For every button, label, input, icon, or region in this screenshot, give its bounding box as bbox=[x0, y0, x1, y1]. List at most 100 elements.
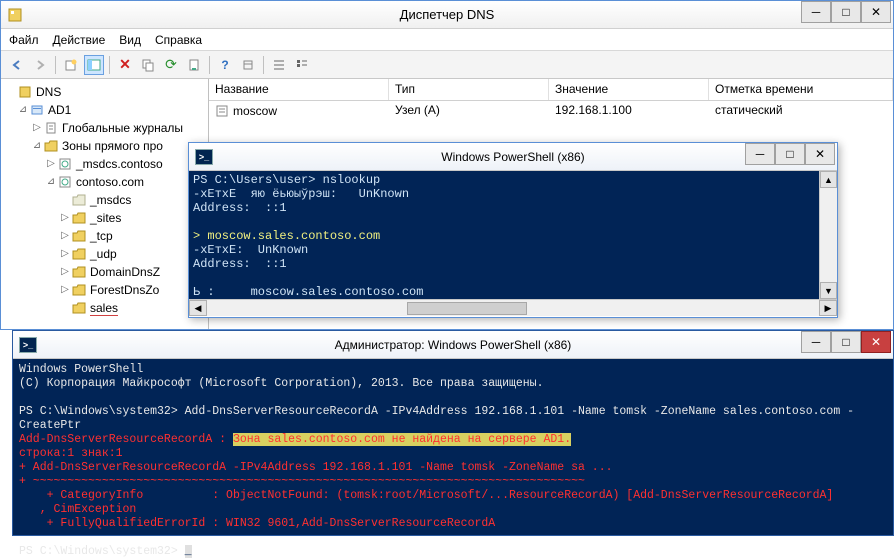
ps-line: -xEтxE: UnKnown bbox=[193, 243, 308, 257]
ps-error-line: , CimException bbox=[19, 503, 136, 516]
tree-global-logs[interactable]: ▷Глобальные журналы bbox=[3, 119, 206, 137]
folder-icon bbox=[71, 264, 87, 280]
folder-icon bbox=[71, 210, 87, 226]
scroll-down-button[interactable]: ▼ bbox=[820, 282, 837, 299]
toolbar-separator bbox=[55, 56, 56, 74]
folder-icon bbox=[43, 138, 59, 154]
toolbar-separator bbox=[263, 56, 264, 74]
col-timestamp[interactable]: Отметка времени bbox=[709, 79, 893, 100]
dns-root-icon bbox=[17, 84, 33, 100]
ps-error-line: + ~~~~~~~~~~~~~~~~~~~~~~~~~~~~~~~~~~~~~~… bbox=[19, 475, 585, 488]
zone-icon bbox=[57, 174, 73, 190]
menu-file[interactable]: Файл bbox=[9, 33, 39, 47]
toolbar: ✕ ⟳ ? bbox=[1, 51, 893, 79]
minimize-button[interactable]: ─ bbox=[801, 1, 831, 23]
ps2-window-controls: ─ □ ✕ bbox=[801, 331, 893, 353]
menu-help[interactable]: Справка bbox=[155, 33, 202, 47]
logs-icon bbox=[43, 120, 59, 136]
col-name[interactable]: Название bbox=[209, 79, 389, 100]
record-icon bbox=[215, 104, 229, 118]
dns-window-controls: ─ □ ✕ bbox=[801, 1, 893, 23]
powershell-icon: >_ bbox=[19, 337, 37, 353]
tree-c-msdcs[interactable]: _msdcs bbox=[3, 191, 206, 209]
tree-forward-zones[interactable]: ⊿Зоны прямого про bbox=[3, 137, 206, 155]
tree-c-tcp[interactable]: ▷_tcp bbox=[3, 227, 206, 245]
ps-line: (C) Корпорация Майкрософт (Microsoft Cor… bbox=[19, 377, 544, 390]
copy-button[interactable] bbox=[138, 55, 158, 75]
refresh-button[interactable]: ⟳ bbox=[161, 55, 181, 75]
ps-console[interactable]: PS C:\Users\user> nslookup -xEтxE яю ёью… bbox=[189, 171, 837, 299]
toolbar-separator bbox=[109, 56, 110, 74]
tree-c-sites[interactable]: ▷_sites bbox=[3, 209, 206, 227]
close-button[interactable]: ✕ bbox=[861, 1, 891, 23]
zone-icon bbox=[57, 156, 73, 172]
horizontal-scrollbar[interactable]: ◀ ▶ bbox=[189, 299, 837, 316]
list-header: Название Тип Значение Отметка времени bbox=[209, 79, 893, 101]
show-pane-button[interactable] bbox=[84, 55, 104, 75]
tree-c-domaindns[interactable]: ▷DomainDnsZ bbox=[3, 263, 206, 281]
ps-error-highlight: Зона sales.contoso.com не найдена на сер… bbox=[233, 433, 571, 446]
tree-msdcs-zone[interactable]: ▷_msdcs.contoso bbox=[3, 155, 206, 173]
admin-powershell-window[interactable]: >_ Администратор: Windows PowerShell (x8… bbox=[12, 330, 894, 536]
dns-titlebar[interactable]: Диспетчер DNS ─ □ ✕ bbox=[1, 1, 893, 29]
tree-c-udp[interactable]: ▷_udp bbox=[3, 245, 206, 263]
col-value[interactable]: Значение bbox=[549, 79, 709, 100]
ps-line: -xEтxE яю ёьюыўрэш: UnKnown bbox=[193, 187, 409, 201]
ps2-titlebar[interactable]: >_ Администратор: Windows PowerShell (x8… bbox=[13, 331, 893, 359]
detail-view-button[interactable] bbox=[292, 55, 312, 75]
ps-error-line: Add-DnsServerResourceRecordA : bbox=[19, 433, 233, 446]
maximize-button[interactable]: □ bbox=[831, 1, 861, 23]
toolbar-separator bbox=[209, 56, 210, 74]
ps2-console[interactable]: Windows PowerShell (C) Корпорация Майкро… bbox=[13, 359, 893, 535]
ps-line: Windows PowerShell bbox=[19, 363, 143, 376]
export-button[interactable] bbox=[184, 55, 204, 75]
help-button[interactable]: ? bbox=[215, 55, 235, 75]
close-button[interactable]: ✕ bbox=[805, 143, 835, 165]
minimize-button[interactable]: ─ bbox=[745, 143, 775, 165]
folder-icon bbox=[71, 246, 87, 262]
forward-button[interactable] bbox=[30, 55, 50, 75]
scroll-thumb[interactable] bbox=[407, 302, 527, 315]
folder-icon bbox=[71, 300, 87, 316]
powershell-window[interactable]: >_ Windows PowerShell (x86) ─ □ ✕ PS C:\… bbox=[188, 142, 838, 318]
tree-pane[interactable]: DNS ⊿AD1 ▷Глобальные журналы ⊿Зоны прямо… bbox=[1, 79, 209, 329]
ps-error-line: + Add-DnsServerResourceRecordA -IPv4Addr… bbox=[19, 461, 613, 474]
record-row[interactable]: moscow Узел (A) 192.168.1.100 статически… bbox=[209, 101, 893, 121]
new-button[interactable] bbox=[61, 55, 81, 75]
filter-button[interactable] bbox=[238, 55, 258, 75]
ps-line: PS C:\Users\user> nslookup bbox=[193, 173, 380, 187]
minimize-button[interactable]: ─ bbox=[801, 331, 831, 353]
delete-button[interactable]: ✕ bbox=[115, 55, 135, 75]
maximize-button[interactable]: □ bbox=[831, 331, 861, 353]
scroll-up-button[interactable]: ▲ bbox=[820, 171, 837, 188]
tree-contoso-zone[interactable]: ⊿contoso.com bbox=[3, 173, 206, 191]
list-view-button[interactable] bbox=[269, 55, 289, 75]
close-button[interactable]: ✕ bbox=[861, 331, 891, 353]
ps-titlebar[interactable]: >_ Windows PowerShell (x86) ─ □ ✕ bbox=[189, 143, 837, 171]
ps-line: > moscow.sales.contoso.com bbox=[193, 229, 380, 243]
ps-prompt: PS C:\Windows\system32> bbox=[19, 545, 185, 558]
menu-view[interactable]: Вид bbox=[119, 33, 141, 47]
tree-c-sales[interactable]: sales bbox=[3, 299, 206, 317]
server-icon bbox=[29, 102, 45, 118]
ps-line: PS C:\Windows\system32> Add-DnsServerRes… bbox=[19, 405, 854, 432]
folder-icon bbox=[71, 228, 87, 244]
maximize-button[interactable]: □ bbox=[775, 143, 805, 165]
cursor: _ bbox=[185, 545, 192, 558]
tree-dns-root[interactable]: DNS bbox=[3, 83, 206, 101]
ps2-title-text: Администратор: Windows PowerShell (x86) bbox=[335, 338, 572, 352]
scroll-track[interactable] bbox=[207, 300, 819, 316]
col-type[interactable]: Тип bbox=[389, 79, 549, 100]
vertical-scrollbar[interactable]: ▲ ▼ bbox=[819, 171, 837, 299]
scroll-track[interactable] bbox=[820, 188, 837, 282]
ps-error-line: строка:1 знак:1 bbox=[19, 447, 123, 460]
back-button[interactable] bbox=[7, 55, 27, 75]
tree-c-forestdns[interactable]: ▷ForestDnsZo bbox=[3, 281, 206, 299]
folder-icon bbox=[71, 282, 87, 298]
scroll-right-button[interactable]: ▶ bbox=[819, 300, 837, 316]
record-name: moscow bbox=[233, 104, 277, 118]
scroll-left-button[interactable]: ◀ bbox=[189, 300, 207, 316]
menu-action[interactable]: Действие bbox=[53, 33, 106, 47]
ps-line: Address: ::1 bbox=[193, 201, 287, 215]
tree-server[interactable]: ⊿AD1 bbox=[3, 101, 206, 119]
